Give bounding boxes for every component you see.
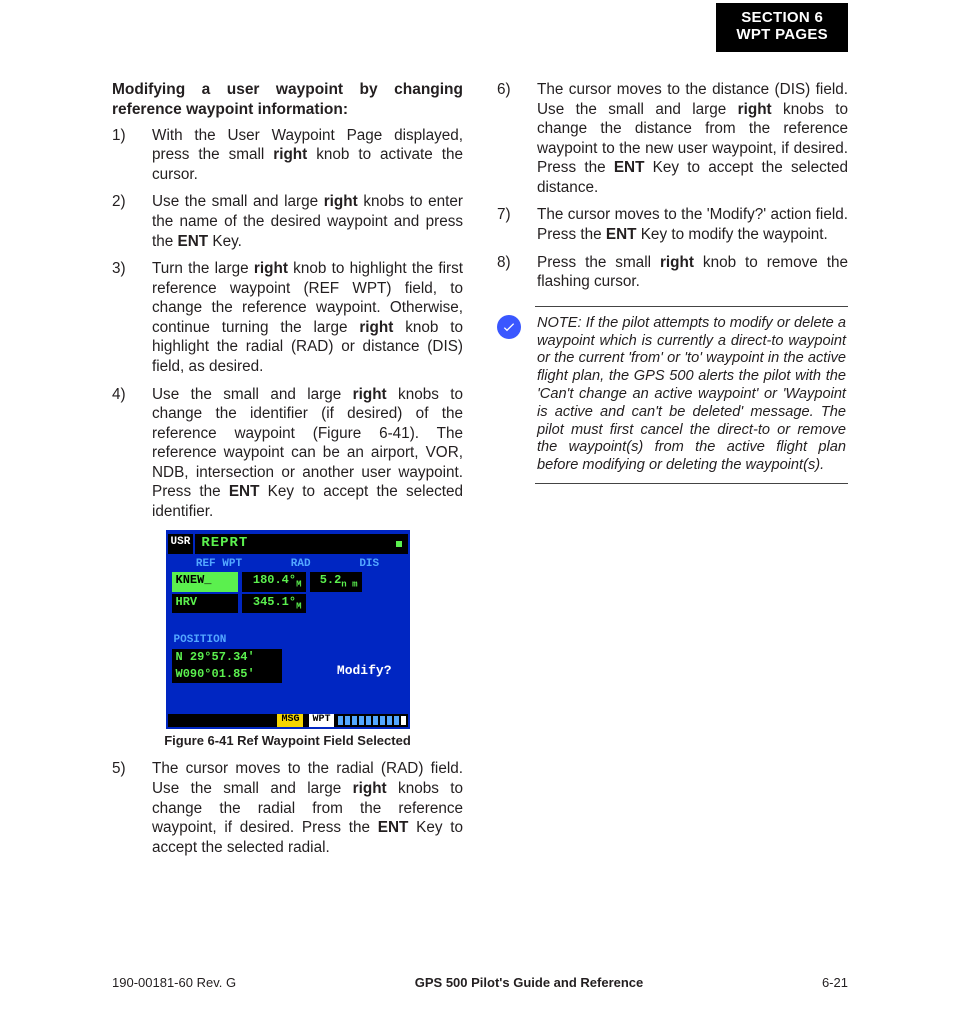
left-steps-cont: 5) The cursor moves to the radial (RAD) … — [112, 759, 463, 857]
hdr-dis: DIS — [359, 557, 379, 571]
position-label: POSITION — [168, 613, 408, 648]
procedure-heading: Modifying a user waypoint by changing re… — [112, 80, 463, 120]
msg-flag: MSG — [277, 714, 303, 727]
note-box: NOTE: If the pilot attempts to modify or… — [535, 306, 848, 484]
screen-footer: MSG WPT — [168, 714, 408, 727]
step-6: 6) The cursor moves to the distance (DIS… — [497, 80, 848, 197]
ref-headers: REF WPT RAD DIS — [168, 554, 408, 572]
note-text: NOTE: If the pilot attempts to modify or… — [537, 315, 846, 473]
ref1-dis: 5.2n m — [310, 572, 362, 592]
wpt-flag: WPT — [309, 714, 333, 727]
step-7: 7) The cursor moves to the 'Modify?' act… — [497, 205, 848, 244]
section-tab-line2: WPT PAGES — [736, 26, 828, 43]
right-steps: 6) The cursor moves to the distance (DIS… — [497, 80, 848, 292]
left-column: Modifying a user waypoint by changing re… — [112, 80, 463, 954]
waypoint-title: REPRT — [195, 534, 407, 554]
ref2-id: HRV — [172, 594, 238, 614]
footer-title: GPS 500 Pilot's Guide and Reference — [415, 975, 644, 992]
right-column: 6) The cursor moves to the distance (DIS… — [497, 80, 848, 954]
page-footer: 190-00181-60 Rev. G GPS 500 Pilot's Guid… — [112, 975, 848, 992]
ref2-rad: 345.1°M — [242, 594, 306, 614]
footer-page-number: 6-21 — [822, 975, 848, 992]
ref1-rad: 180.4°M — [242, 572, 306, 592]
footer-revision: 190-00181-60 Rev. G — [112, 975, 236, 992]
step-1: 1) With the User Waypoint Page displayed… — [112, 126, 463, 185]
ref-row-2: HRV 345.1°M — [168, 594, 408, 614]
figure-caption: Figure 6-41 Ref Waypoint Field Selected — [112, 733, 463, 750]
usr-label: USR — [168, 534, 194, 554]
gps-screen: USR REPRT REF WPT RAD DIS KNEW_ 180.4°M … — [166, 530, 410, 729]
hdr-refwpt: REF WPT — [196, 557, 242, 571]
step-5: 5) The cursor moves to the radial (RAD) … — [112, 759, 463, 857]
section-tab: SECTION 6 WPT PAGES — [716, 3, 848, 52]
hdr-rad: RAD — [291, 557, 311, 571]
page-columns: Modifying a user waypoint by changing re… — [112, 80, 848, 954]
page-bars-icon — [334, 714, 408, 727]
ref-row-1: KNEW_ 180.4°M 5.2n m — [168, 572, 408, 592]
section-tab-line1: SECTION 6 — [736, 9, 828, 26]
ref1-id: KNEW_ — [172, 572, 238, 592]
figure-6-41: USR REPRT REF WPT RAD DIS KNEW_ 180.4°M … — [112, 530, 463, 750]
step-2: 2) Use the small and large right knobs t… — [112, 192, 463, 251]
step-3: 3) Turn the large right knob to highligh… — [112, 259, 463, 376]
step-8: 8) Press the small right knob to remove … — [497, 253, 848, 292]
title-indicator-icon — [396, 541, 402, 547]
note-check-icon — [497, 315, 521, 339]
modify-label: Modify? — [337, 663, 392, 680]
step-4: 4) Use the small and large right knobs t… — [112, 385, 463, 522]
left-steps: 1) With the User Waypoint Page displayed… — [112, 126, 463, 522]
